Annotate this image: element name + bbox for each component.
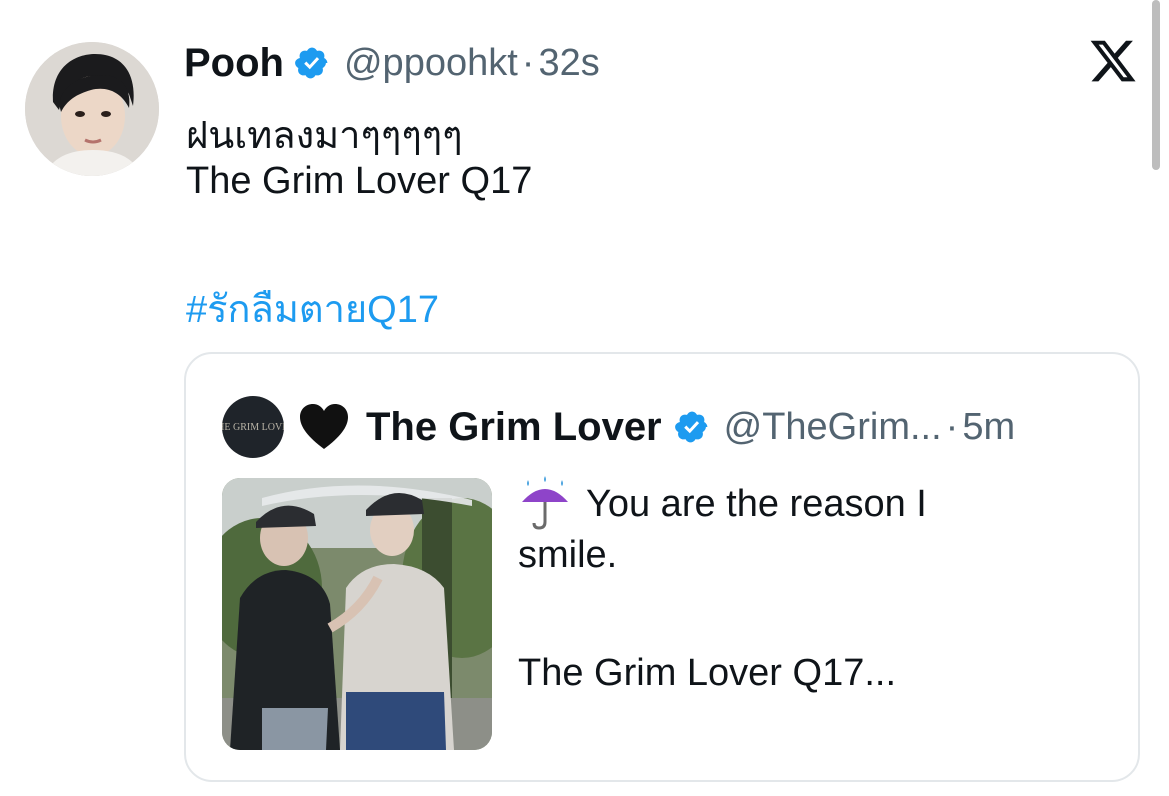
separator-dot: · — [945, 405, 959, 448]
x-logo-icon[interactable] — [1088, 36, 1138, 86]
umbrella-rain-icon — [518, 476, 572, 532]
tweet[interactable]: Pooh @ppoohkt · 32s ฝนเทลงมาๆๆๆๆๆ The Gr… — [0, 0, 1169, 796]
scrollbar[interactable] — [1152, 0, 1160, 170]
quoted-avatar-logo-text: THE GRIM LOVER — [222, 421, 284, 433]
quoted-tweet-header: THE GRIM LOVER The Grim Lover @TheGrim..… — [222, 392, 1015, 462]
tweet-text-line2: The Grim Lover Q17 — [186, 160, 533, 202]
quoted-author-display-name[interactable]: The Grim Lover — [366, 405, 662, 450]
tweet-text-line1: ฝนเทลงมาๆๆๆๆๆ — [186, 115, 463, 157]
author-handle[interactable]: @ppoohkt — [344, 42, 518, 85]
black-heart-icon — [298, 403, 350, 451]
tweet-header: Pooh @ppoohkt · 32s — [184, 38, 600, 88]
quoted-text-line1: You are the reason I — [518, 476, 927, 532]
verified-badge-icon — [674, 409, 710, 445]
author-display-name[interactable]: Pooh — [184, 41, 284, 86]
verified-badge-icon — [294, 45, 330, 81]
quoted-tweet-timestamp[interactable]: 5m — [962, 406, 1015, 449]
separator-dot: · — [521, 41, 535, 84]
author-avatar[interactable] — [25, 42, 159, 176]
quoted-tweet-card[interactable]: THE GRIM LOVER The Grim Lover @TheGrim..… — [184, 352, 1140, 782]
quoted-text-line2: smile. — [518, 534, 618, 576]
quoted-author-avatar[interactable]: THE GRIM LOVER — [222, 396, 284, 458]
tweet-timestamp[interactable]: 32s — [538, 42, 599, 85]
hashtag-link[interactable]: #รักลืมตายQ17 — [186, 278, 439, 339]
quoted-text-line3: The Grim Lover Q17... — [518, 652, 897, 694]
quoted-text-line1-text: You are the reason I — [586, 482, 927, 525]
quoted-author-handle[interactable]: @TheGrim... — [724, 406, 942, 449]
quoted-tweet-photo[interactable] — [222, 478, 492, 750]
